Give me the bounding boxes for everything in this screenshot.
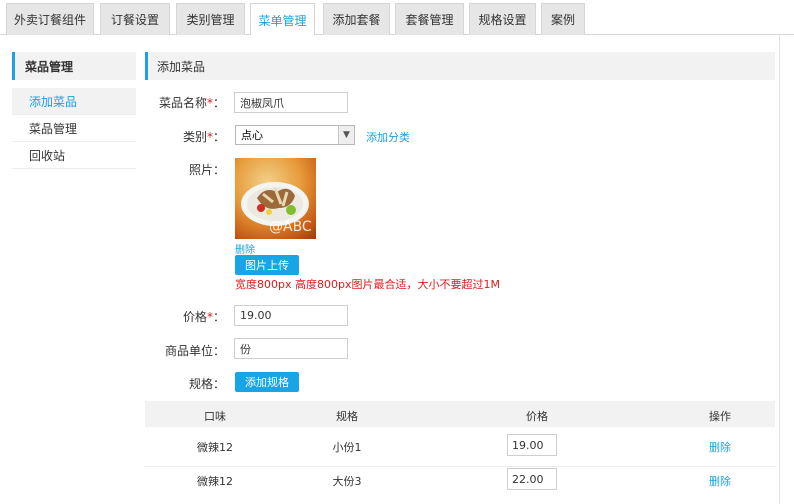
- category-selected-value: 点心: [241, 129, 263, 142]
- tab-order-settings[interactable]: 订餐设置: [100, 3, 170, 35]
- header-spec: 规格: [336, 410, 358, 423]
- add-spec-button[interactable]: 添加规格: [235, 372, 299, 392]
- row-spec: 小份1: [332, 441, 362, 454]
- header-action: 操作: [709, 410, 731, 423]
- price-label: 价格*：: [182, 310, 225, 324]
- content-title: 添加菜品: [145, 52, 775, 80]
- dish-name-label: 菜品名称*：: [158, 96, 225, 110]
- upload-hint: 宽度800px 高度800px图片最合适，大小不要超过1M: [235, 278, 500, 291]
- dish-name-input[interactable]: 泡椒凤爪: [234, 92, 348, 113]
- sidebar: 菜品管理 添加菜品 菜品管理 回收站: [12, 52, 136, 169]
- spec-table-header: 口味 规格 价格 操作: [145, 401, 775, 427]
- category-select[interactable]: 点心 ▼: [235, 125, 355, 145]
- row-spec: 大份3: [332, 475, 362, 488]
- sidebar-item-recycle-bin[interactable]: 回收站: [12, 142, 136, 169]
- row-flavor: 微辣12: [197, 441, 233, 454]
- tab-add-combo[interactable]: 添加套餐: [323, 3, 390, 35]
- header-price: 价格: [526, 410, 548, 423]
- add-category-link[interactable]: 添加分类: [366, 129, 410, 145]
- tab-category-management[interactable]: 类别管理: [176, 3, 245, 35]
- tab-menu-management[interactable]: 菜单管理: [250, 3, 315, 36]
- row-delete-link[interactable]: 删除: [690, 439, 750, 455]
- sidebar-item-add-dish[interactable]: 添加菜品: [12, 88, 136, 115]
- delete-photo-link[interactable]: 删除: [235, 241, 255, 256]
- table-row: 微辣12 大份3 22.00 删除: [145, 459, 775, 499]
- tab-spec-settings[interactable]: 规格设置: [469, 3, 536, 35]
- tab-bar: 外卖订餐组件 订餐设置 类别管理 菜单管理 添加套餐 套餐管理 规格设置 案例: [0, 0, 794, 36]
- category-label: 类别*：: [182, 130, 225, 144]
- price-input[interactable]: 19.00: [234, 305, 348, 326]
- spec-label: 规格：: [188, 377, 225, 391]
- sidebar-title: 菜品管理: [12, 52, 136, 80]
- sidebar-item-dish-management[interactable]: 菜品管理: [12, 115, 136, 142]
- tab-combo-management[interactable]: 套餐管理: [395, 3, 464, 35]
- row-flavor: 微辣12: [197, 475, 233, 488]
- photo-watermark: @ABC: [269, 219, 312, 235]
- photo-label: 照片：: [188, 163, 225, 177]
- row-delete-link[interactable]: 删除: [690, 473, 750, 489]
- row-price-input[interactable]: 22.00: [507, 468, 557, 490]
- unit-label: 商品单位：: [164, 344, 225, 358]
- unit-input[interactable]: 份: [234, 338, 348, 359]
- tab-cases[interactable]: 案例: [541, 3, 585, 35]
- chevron-down-icon[interactable]: ▼: [338, 126, 354, 144]
- row-price-input[interactable]: 19.00: [507, 434, 557, 456]
- upload-image-button[interactable]: 图片上传: [235, 255, 299, 275]
- header-flavor: 口味: [204, 410, 226, 423]
- tab-takeout-component[interactable]: 外卖订餐组件: [6, 3, 94, 35]
